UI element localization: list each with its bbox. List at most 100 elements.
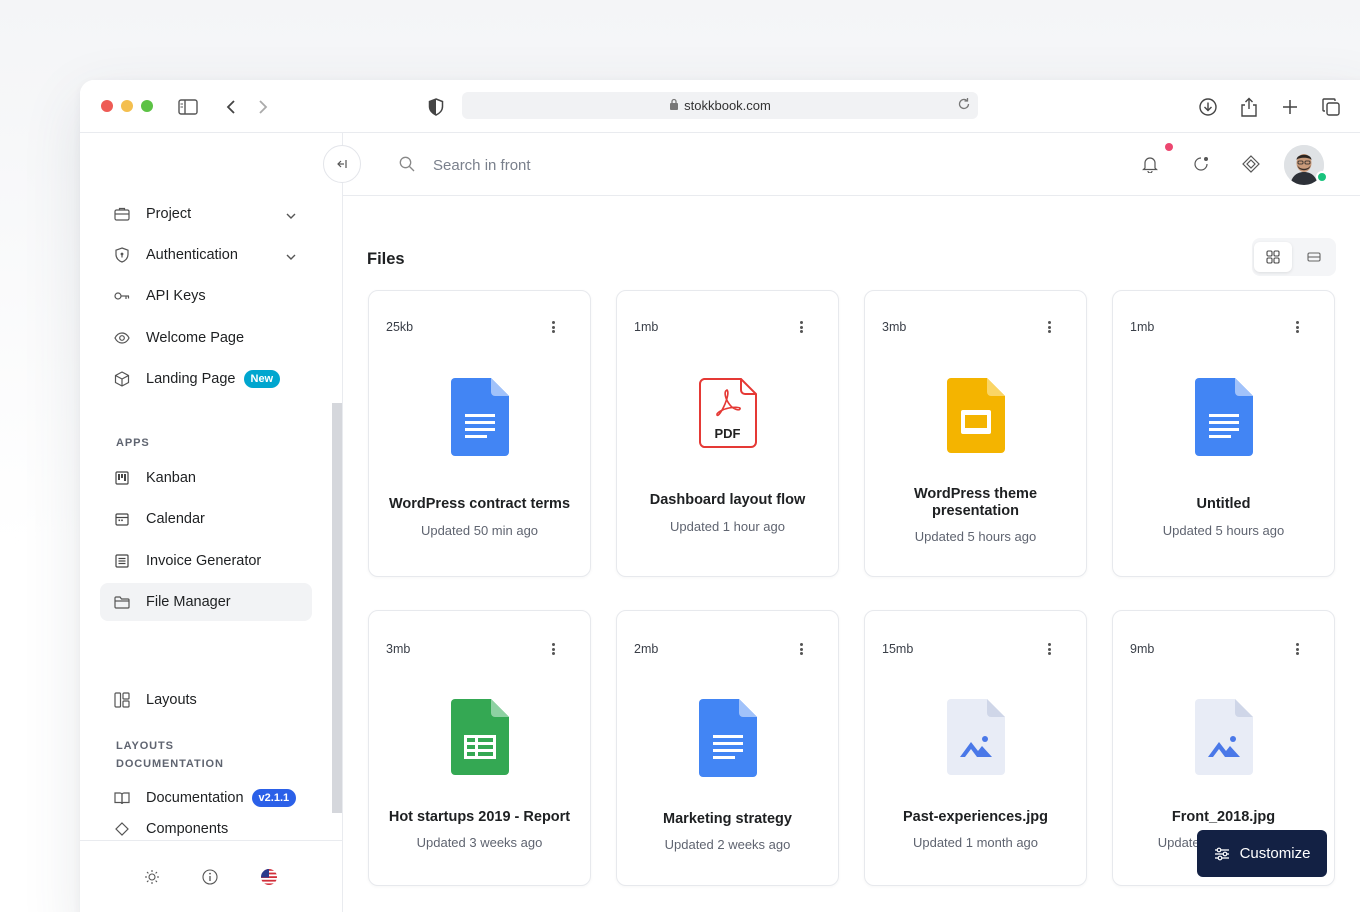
sidebar-item-label: Welcome Page bbox=[146, 330, 245, 346]
view-toggle bbox=[1252, 238, 1336, 276]
new-tab-plus-icon[interactable] bbox=[1277, 94, 1303, 120]
image-file-icon bbox=[1194, 699, 1253, 780]
file-updated: Updated 1 hour ago bbox=[670, 519, 785, 534]
google-sheets-icon bbox=[450, 699, 509, 780]
sidebar-footer bbox=[80, 840, 342, 912]
grid-view-button[interactable] bbox=[1254, 242, 1292, 272]
notification-dot bbox=[1165, 143, 1173, 151]
chevron-down-icon bbox=[286, 249, 296, 265]
briefcase-icon bbox=[114, 206, 130, 222]
version-badge: v2.1.1 bbox=[251, 789, 297, 807]
file-size: 1mb bbox=[1130, 320, 1155, 334]
list-icon bbox=[1307, 252, 1321, 262]
file-size: 25kb bbox=[386, 320, 414, 334]
sidebar-item-api-keys[interactable]: API Keys bbox=[100, 277, 312, 315]
sidebar-item-label: Documentation bbox=[146, 790, 244, 806]
bell-icon[interactable] bbox=[1139, 153, 1161, 175]
sidebar-item-label: Kanban bbox=[146, 470, 196, 486]
apps-diamond-icon[interactable] bbox=[1240, 153, 1262, 175]
back-arrow-icon[interactable] bbox=[218, 94, 244, 120]
kanban-icon bbox=[114, 470, 130, 486]
maximize-window-button[interactable] bbox=[141, 100, 153, 112]
calendar-icon bbox=[114, 511, 130, 527]
file-size: 2mb bbox=[634, 642, 659, 656]
sidebar-item-welcome-page[interactable]: Welcome Page bbox=[100, 319, 312, 357]
file-size: 15mb bbox=[882, 642, 914, 656]
list-view-button[interactable] bbox=[1295, 242, 1333, 272]
sidebar-scrollbar[interactable] bbox=[332, 403, 342, 813]
download-icon[interactable] bbox=[1195, 94, 1221, 120]
more-options-icon[interactable] bbox=[1290, 319, 1304, 335]
file-name: WordPress theme presentation bbox=[913, 486, 1038, 519]
section-title-apps: APPS bbox=[116, 437, 150, 449]
sidebar-item-layouts[interactable]: Layouts bbox=[100, 681, 312, 719]
file-card[interactable]: 3mb WordPress theme presentation Updated… bbox=[864, 290, 1087, 577]
us-flag-icon[interactable] bbox=[259, 867, 279, 887]
section-title-documentation: DOCUMENTATION bbox=[116, 758, 224, 770]
sidebar-item-label: Authentication bbox=[146, 247, 238, 263]
sidebar: Project Authentication API Keys Welcome … bbox=[80, 133, 343, 912]
sidebar-item-label: File Manager bbox=[146, 594, 231, 610]
more-options-icon[interactable] bbox=[546, 641, 560, 657]
file-name: Past-experiences.jpg bbox=[902, 809, 1049, 825]
file-card[interactable]: 1mb PDF Dashboard layout flow Updated 1 … bbox=[616, 290, 839, 577]
sidebar-item-landing-page[interactable]: Landing Page New bbox=[100, 360, 312, 398]
sidebar-item-invoice-generator[interactable]: Invoice Generator bbox=[100, 542, 312, 580]
info-icon[interactable] bbox=[200, 867, 220, 887]
minimize-window-button[interactable] bbox=[121, 100, 133, 112]
section-title-layouts: LAYOUTS bbox=[116, 740, 174, 752]
sidebar-toggle-icon[interactable] bbox=[175, 94, 201, 120]
tabs-overview-icon[interactable] bbox=[1318, 94, 1344, 120]
sidebar-item-authentication[interactable]: Authentication bbox=[100, 236, 312, 274]
activity-icon[interactable] bbox=[1190, 153, 1212, 175]
file-card[interactable]: 3mb Hot startups 2019 - Report Updated 3… bbox=[368, 610, 591, 886]
book-icon bbox=[114, 790, 130, 806]
google-doc-icon bbox=[450, 378, 509, 461]
sidebar-item-documentation[interactable]: Documentation v2.1.1 bbox=[100, 779, 312, 817]
privacy-shield-icon[interactable] bbox=[423, 94, 449, 120]
file-name: Untitled bbox=[1196, 496, 1251, 512]
file-size: 3mb bbox=[386, 642, 411, 656]
sidebar-item-calendar[interactable]: Calendar bbox=[100, 500, 312, 538]
sidebar-item-label: Calendar bbox=[146, 511, 205, 527]
file-updated: Updated 2 weeks ago bbox=[664, 837, 791, 852]
sidebar-item-file-manager[interactable]: File Manager bbox=[100, 583, 312, 621]
sliders-icon bbox=[1214, 847, 1229, 860]
file-name: Dashboard layout flow bbox=[649, 492, 806, 508]
share-icon[interactable] bbox=[1236, 94, 1262, 120]
forward-arrow-icon[interactable] bbox=[250, 94, 276, 120]
search-icon bbox=[399, 156, 415, 177]
file-card[interactable]: 2mb Marketing strategy Updated 2 weeks a… bbox=[616, 610, 839, 886]
file-size: 9mb bbox=[1130, 642, 1155, 656]
reload-icon[interactable] bbox=[956, 96, 972, 115]
more-options-icon[interactable] bbox=[1042, 319, 1056, 335]
file-card[interactable]: 1mb Untitled Updated 5 hours ago bbox=[1112, 290, 1335, 577]
pdf-label: PDF bbox=[714, 426, 741, 441]
image-file-icon bbox=[946, 699, 1005, 780]
google-doc-icon bbox=[1194, 378, 1253, 461]
more-options-icon[interactable] bbox=[1042, 641, 1056, 657]
more-options-icon[interactable] bbox=[794, 319, 808, 335]
file-name: Marketing strategy bbox=[663, 811, 792, 827]
address-bar[interactable]: stokkbook.com bbox=[462, 92, 978, 119]
more-options-icon[interactable] bbox=[1290, 641, 1304, 657]
sidebar-item-kanban[interactable]: Kanban bbox=[100, 459, 312, 497]
file-size: 3mb bbox=[882, 320, 907, 334]
google-doc-icon bbox=[698, 699, 757, 782]
more-options-icon[interactable] bbox=[546, 319, 560, 335]
pdf-file-icon bbox=[698, 378, 757, 453]
file-card[interactable]: 25kb WordPress contract terms Updated 50… bbox=[368, 290, 591, 577]
customize-button[interactable]: Customize bbox=[1197, 830, 1327, 877]
sun-icon[interactable] bbox=[142, 867, 162, 887]
close-window-button[interactable] bbox=[101, 100, 113, 112]
sidebar-item-project[interactable]: Project bbox=[100, 195, 312, 233]
more-options-icon[interactable] bbox=[794, 641, 808, 657]
box-icon bbox=[114, 371, 130, 387]
search-input[interactable] bbox=[433, 151, 733, 179]
top-header bbox=[343, 133, 1360, 196]
google-slides-icon bbox=[946, 378, 1005, 458]
shield-icon bbox=[114, 247, 130, 263]
sidebar-item-components[interactable]: Components bbox=[100, 821, 312, 841]
lock-icon bbox=[669, 98, 679, 113]
file-card[interactable]: 15mb Past-experiences.jpg Updated 1 mont… bbox=[864, 610, 1087, 886]
